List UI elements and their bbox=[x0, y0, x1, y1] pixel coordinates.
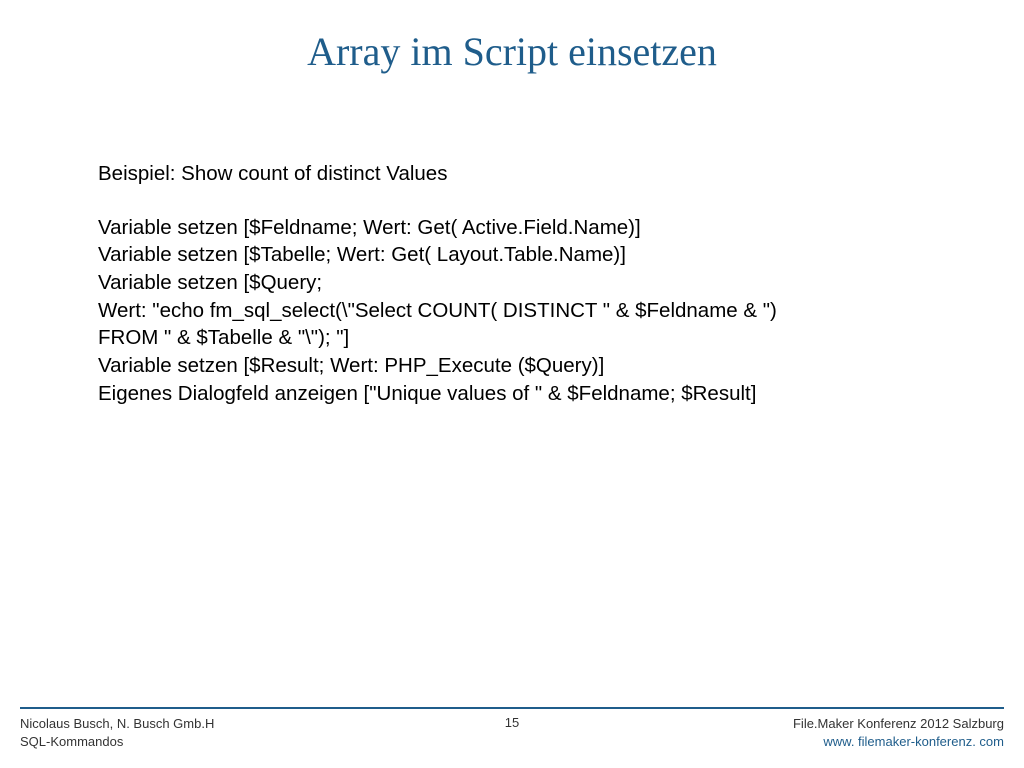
code-line: Wert: "echo fm_sql_select(\"Select COUNT… bbox=[98, 297, 928, 325]
example-heading: Beispiel: Show count of distinct Values bbox=[98, 160, 928, 188]
slide-body: Beispiel: Show count of distinct Values … bbox=[98, 160, 928, 407]
topic-line: SQL-Kommandos bbox=[20, 733, 214, 751]
footer-right: File.Maker Konferenz 2012 Salzburg www. … bbox=[793, 715, 1004, 751]
conference-line: File.Maker Konferenz 2012 Salzburg bbox=[793, 715, 1004, 733]
code-line: Variable setzen [$Query; bbox=[98, 269, 928, 297]
footer-divider bbox=[20, 707, 1004, 709]
conference-url: www. filemaker-konferenz. com bbox=[793, 733, 1004, 751]
slide: Array im Script einsetzen Beispiel: Show… bbox=[0, 0, 1024, 768]
slide-title: Array im Script einsetzen bbox=[0, 0, 1024, 75]
code-line: Variable setzen [$Result; Wert: PHP_Exec… bbox=[98, 352, 928, 380]
code-line: Variable setzen [$Tabelle; Wert: Get( La… bbox=[98, 241, 928, 269]
code-line: Variable setzen [$Feldname; Wert: Get( A… bbox=[98, 214, 928, 242]
code-line: FROM " & $Tabelle & "\"); "] bbox=[98, 324, 928, 352]
code-line: Eigenes Dialogfeld anzeigen ["Unique val… bbox=[98, 380, 928, 408]
